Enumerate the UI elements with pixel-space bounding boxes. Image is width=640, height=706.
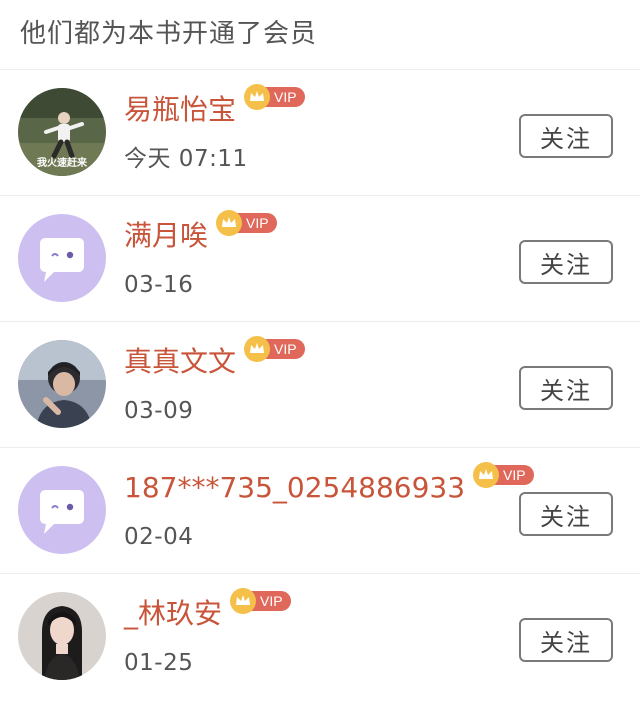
crown-icon — [230, 588, 257, 614]
vip-badge: VIP — [216, 210, 277, 236]
crown-icon — [216, 210, 243, 236]
vip-members-page: 他们都为本书开通了会员 我火速赶来 易瓶怡宝 VIP 今天 07:11 关注 满… — [0, 0, 640, 706]
section-title: 他们都为本书开通了会员 — [20, 19, 318, 49]
follow-button[interactable]: 关注 — [519, 240, 613, 284]
member-row[interactable]: 真真文文 VIP 03-09 关注 — [0, 322, 640, 448]
follow-button[interactable]: 关注 — [519, 618, 613, 662]
member-row[interactable]: 187***735_0254886933 VIP 02-04 关注 — [0, 448, 640, 574]
member-name[interactable]: _林玖安 — [124, 594, 222, 634]
join-date: 03-09 — [124, 398, 194, 424]
member-name[interactable]: 真真文文 — [124, 342, 236, 382]
avatar[interactable] — [18, 340, 106, 428]
follow-button[interactable]: 关注 — [519, 366, 613, 410]
crown-icon — [244, 84, 271, 110]
crown-icon — [244, 336, 271, 362]
member-name[interactable]: 187***735_0254886933 — [124, 468, 465, 508]
member-row[interactable]: 满月唉 VIP 03-16 关注 — [0, 196, 640, 322]
follow-button[interactable]: 关注 — [519, 114, 613, 158]
vip-badge: VIP — [244, 336, 305, 362]
member-name[interactable]: 易瓶怡宝 — [124, 90, 236, 130]
avatar[interactable] — [18, 592, 106, 680]
vip-badge: VIP — [473, 462, 534, 488]
join-date: 02-04 — [124, 524, 194, 550]
member-row[interactable]: _林玖安 VIP 01-25 关注 — [0, 574, 640, 700]
member-row[interactable]: 我火速赶来 易瓶怡宝 VIP 今天 07:11 关注 — [0, 70, 640, 196]
join-date: 今天 07:11 — [124, 146, 248, 172]
avatar[interactable]: 我火速赶来 — [18, 88, 106, 176]
crown-icon — [473, 462, 500, 488]
follow-button[interactable]: 关注 — [519, 492, 613, 536]
vip-badge: VIP — [244, 84, 305, 110]
default-avatar[interactable] — [18, 214, 106, 302]
avatar-caption: 我火速赶来 — [37, 158, 87, 169]
join-date: 03-16 — [124, 272, 194, 298]
default-avatar[interactable] — [18, 466, 106, 554]
member-name[interactable]: 满月唉 — [124, 216, 208, 256]
section-header: 他们都为本书开通了会员 — [0, 0, 640, 70]
vip-badge: VIP — [230, 588, 291, 614]
join-date: 01-25 — [124, 650, 194, 676]
